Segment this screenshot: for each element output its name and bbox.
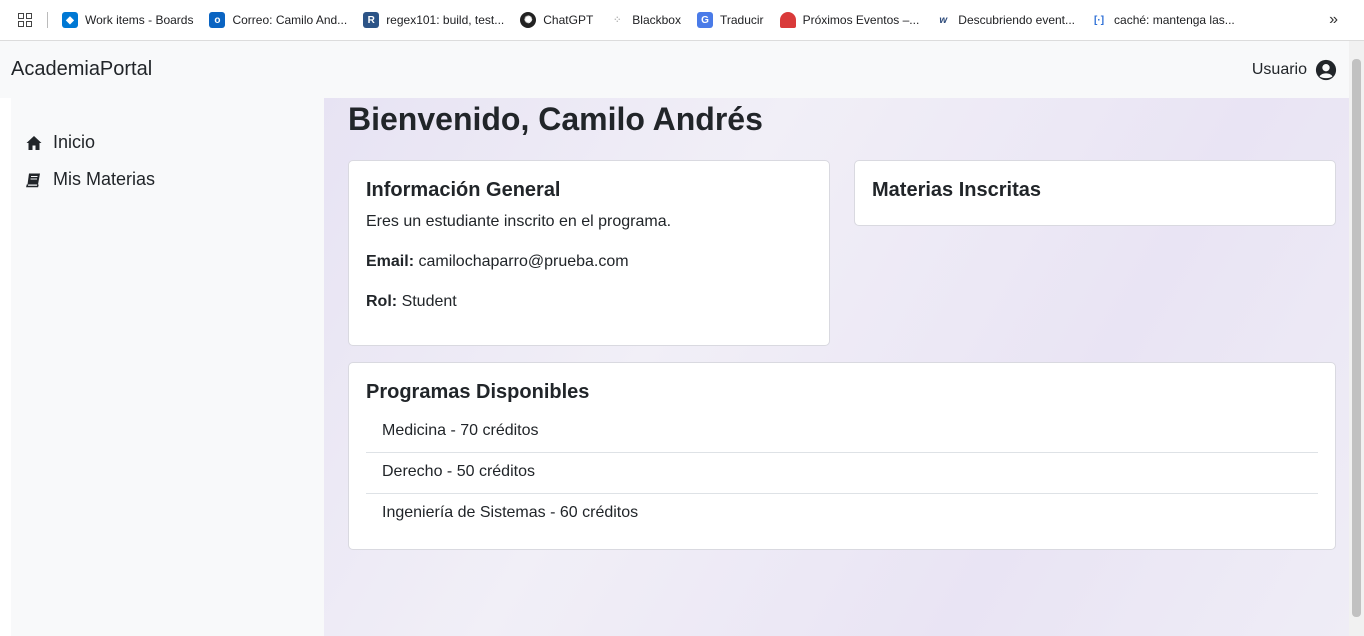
bookmark-label: Traducir xyxy=(719,13,764,27)
email-row: Email: camilochaparro@prueba.com xyxy=(366,251,812,273)
bookmarks-separator xyxy=(47,12,48,28)
list-item: Derecho - 50 créditos xyxy=(366,453,1318,494)
bookmark-traducir[interactable]: G Traducir xyxy=(696,12,764,28)
sidebar: Inicio Mis Materias xyxy=(11,98,324,636)
watermelon-icon xyxy=(779,12,796,28)
sidebar-item-label: Mis Materias xyxy=(53,169,156,189)
apps-grid-icon[interactable] xyxy=(18,13,32,27)
list-item: Medicina - 70 créditos xyxy=(366,412,1318,453)
main-content: Bienvenido, Camilo Andrés Información Ge… xyxy=(324,98,1349,636)
info-card-title: Información General xyxy=(366,179,561,201)
info-description: Eres un estudiante inscrito en el progra… xyxy=(366,213,672,230)
email-label: Email: xyxy=(366,253,415,270)
brand-logo[interactable]: AcademiaPortal xyxy=(11,58,152,81)
bookmark-label: Próximos Eventos –... xyxy=(802,13,920,27)
bookmark-label: caché: mantenga las... xyxy=(1114,13,1235,27)
bookmark-label: Blackbox xyxy=(632,13,681,27)
blackbox-icon: ⁘ xyxy=(613,14,622,26)
w-icon: w xyxy=(939,14,948,26)
programs-card: Programas Disponibles Medicina - 70 créd… xyxy=(348,362,1336,550)
role-row: Rol: Student xyxy=(366,291,812,313)
bookmark-correo[interactable]: o Correo: Camilo And... xyxy=(209,12,347,28)
bookmark-label: ChatGPT xyxy=(543,13,594,27)
bookmark-label: Work items - Boards xyxy=(85,13,194,27)
bookmarks-bar: ◆ Work items - Boards o Correo: Camilo A… xyxy=(0,0,1364,41)
bookmark-label: regex101: build, test... xyxy=(386,13,505,27)
scrollbar-thumb[interactable] xyxy=(1352,59,1361,617)
bookmark-cache[interactable]: [·] caché: mantenga las... xyxy=(1091,12,1235,28)
enrolled-card: Materias Inscritas xyxy=(854,160,1336,226)
chatgpt-icon: ✺ xyxy=(520,12,537,28)
sidebar-item-mis-materias[interactable]: Mis Materias xyxy=(11,161,324,198)
page-scrollbar[interactable] xyxy=(1349,41,1364,636)
bookmark-chatgpt[interactable]: ✺ ChatGPT xyxy=(520,12,593,28)
role-label: Rol: xyxy=(366,293,398,310)
role-value: Student xyxy=(401,293,457,310)
list-item: Ingeniería de Sistemas - 60 créditos xyxy=(382,504,639,521)
user-circle-icon xyxy=(1315,59,1337,80)
user-menu[interactable]: Usuario xyxy=(1252,59,1337,81)
outlook-icon: o xyxy=(209,12,226,28)
sidebar-item-label: Inicio xyxy=(53,132,96,152)
regex101-icon: R xyxy=(363,12,380,28)
info-card: Información General Eres un estudiante i… xyxy=(348,160,830,346)
app-header: AcademiaPortal Usuario xyxy=(0,41,1349,98)
bracket-icon: [·] xyxy=(1094,14,1105,26)
home-icon xyxy=(26,135,42,150)
enrolled-card-title: Materias Inscritas xyxy=(872,179,1041,201)
book-icon xyxy=(26,173,40,187)
bookmark-regex101[interactable]: R regex101: build, test... xyxy=(363,12,504,28)
azure-boards-icon: ◆ xyxy=(62,12,78,28)
bookmark-proximos-eventos[interactable]: Próximos Eventos –... xyxy=(779,12,920,28)
bookmark-blackbox[interactable]: ⁘ Blackbox xyxy=(609,12,681,28)
programs-card-title: Programas Disponibles xyxy=(366,381,590,403)
user-label: Usuario xyxy=(1251,60,1307,78)
translate-icon: G xyxy=(696,12,713,28)
bookmark-work-items[interactable]: ◆ Work items - Boards xyxy=(62,12,193,28)
email-value: camilochaparro@prueba.com xyxy=(418,253,629,270)
programs-list: Medicina - 70 créditos Derecho - 50 créd… xyxy=(366,412,1318,535)
bookmark-descubriendo[interactable]: w Descubriendo event... xyxy=(935,12,1075,28)
more-bookmarks-icon[interactable]: » xyxy=(1329,11,1338,29)
page-title: Bienvenido, Camilo Andrés xyxy=(348,101,763,137)
bookmark-label: Descubriendo event... xyxy=(958,13,1076,27)
bookmark-label: Correo: Camilo And... xyxy=(232,13,348,27)
sidebar-item-inicio[interactable]: Inicio xyxy=(11,124,324,161)
